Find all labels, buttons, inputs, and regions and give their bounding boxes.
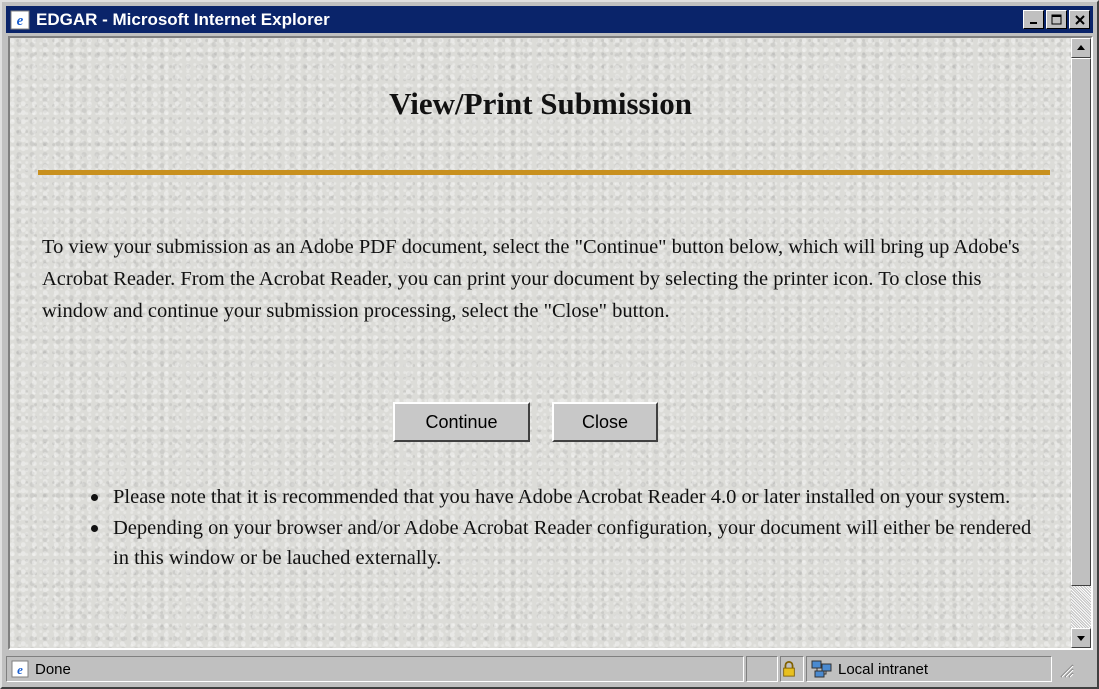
status-progress-pane <box>746 656 778 682</box>
ie-icon: e <box>10 10 30 29</box>
intro-paragraph: To view your submission as an Adobe PDF … <box>42 236 1020 322</box>
content-frame: View/Print Submission To view your submi… <box>8 36 1093 650</box>
status-zone-pane: Local intranet <box>806 656 1052 682</box>
close-button[interactable] <box>1069 10 1090 29</box>
page-content: View/Print Submission To view your submi… <box>10 38 1071 648</box>
maximize-button[interactable] <box>1046 10 1067 29</box>
scroll-up-button[interactable] <box>1071 38 1091 58</box>
window-title: EDGAR - Microsoft Internet Explorer <box>36 9 330 29</box>
resize-grip-icon[interactable] <box>1056 660 1074 678</box>
notes-list: Please note that it is recommended that … <box>88 482 1048 574</box>
divider-rule <box>38 170 1050 175</box>
ie-page-icon: e <box>11 660 29 678</box>
window-controls <box>1021 10 1090 29</box>
title-bar[interactable]: e EDGAR - Microsoft Internet Explorer <box>6 6 1093 33</box>
browser-window: e EDGAR - Microsoft Internet Explorer Vi… <box>0 0 1099 689</box>
lock-icon <box>783 661 795 677</box>
zone-text: Local intranet <box>838 660 929 678</box>
arrow-up-icon <box>1077 45 1085 50</box>
continue-button[interactable]: Continue <box>393 402 530 442</box>
status-bar: e Done Local intranet <box>6 653 1095 685</box>
svg-text:e: e <box>17 662 23 677</box>
action-buttons: Continue Close <box>10 402 1071 442</box>
maximize-icon <box>1051 14 1062 25</box>
scrollbar-thumb[interactable] <box>1071 58 1091 586</box>
status-text: Done <box>35 660 71 678</box>
list-item: Depending on your browser and/or Adobe A… <box>88 513 1048 573</box>
status-lock-pane <box>780 656 804 682</box>
svg-text:e: e <box>17 13 24 29</box>
arrow-down-icon <box>1077 636 1085 641</box>
intranet-icon <box>811 660 832 678</box>
vertical-scrollbar[interactable] <box>1071 38 1091 648</box>
list-item: Please note that it is recommended that … <box>88 482 1048 512</box>
minimize-icon <box>1029 21 1037 24</box>
close-icon <box>1074 14 1085 25</box>
close-window-button[interactable]: Close <box>552 402 658 442</box>
scroll-down-button[interactable] <box>1071 628 1091 648</box>
minimize-button[interactable] <box>1023 10 1044 29</box>
page-title: View/Print Submission <box>389 86 692 121</box>
status-main-pane: e Done <box>6 656 744 682</box>
